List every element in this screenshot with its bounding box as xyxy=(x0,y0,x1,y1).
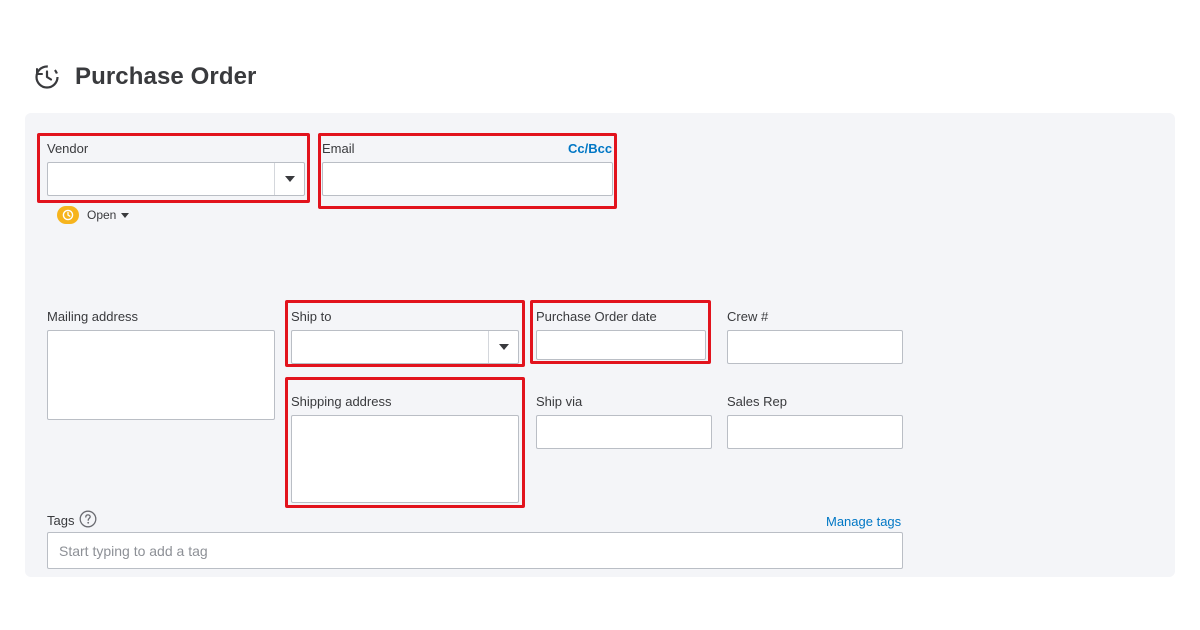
vendor-label: Vendor xyxy=(47,141,89,156)
caret-down-icon xyxy=(121,212,130,218)
status-badge xyxy=(57,206,79,224)
clock-icon xyxy=(62,209,74,221)
purchase-order-clock-icon xyxy=(35,65,59,89)
status-dropdown[interactable]: Open xyxy=(57,206,130,224)
page-title: Purchase Order xyxy=(75,63,257,90)
tags-label: Tags xyxy=(47,513,75,528)
cc-bcc-link[interactable]: Cc/Bcc xyxy=(568,141,612,156)
manage-tags-link[interactable]: Manage tags xyxy=(826,514,901,529)
purchase-order-date-input[interactable] xyxy=(536,330,706,360)
mailing-address-label: Mailing address xyxy=(47,309,139,324)
vendor-select[interactable] xyxy=(47,162,305,196)
email-label: Email xyxy=(322,141,355,156)
ship-via-input[interactable] xyxy=(536,415,712,449)
shipping-address-label: Shipping address xyxy=(291,394,392,409)
caret-down-icon xyxy=(498,344,509,350)
sales-rep-label: Sales Rep xyxy=(727,394,787,409)
purchase-order-date-label: Purchase Order date xyxy=(536,309,657,324)
tags-input[interactable]: Start typing to add a tag xyxy=(47,532,903,569)
ship-via-label: Ship via xyxy=(536,394,583,409)
crew-number-input[interactable] xyxy=(727,330,903,364)
mailing-address-textarea[interactable] xyxy=(47,330,275,420)
status-label: Open xyxy=(87,208,117,222)
ship-to-label: Ship to xyxy=(291,309,332,324)
crew-number-label: Crew # xyxy=(727,309,769,324)
page-header: Purchase Order xyxy=(33,60,256,94)
sales-rep-input[interactable] xyxy=(727,415,903,449)
shipping-address-textarea[interactable] xyxy=(291,415,519,503)
question-circle-icon[interactable] xyxy=(79,510,97,528)
vendor-dropdown-button[interactable] xyxy=(274,163,304,195)
ship-to-dropdown-button[interactable] xyxy=(488,331,518,363)
ship-to-select[interactable] xyxy=(291,330,519,364)
caret-down-icon xyxy=(284,176,295,182)
email-input[interactable] xyxy=(322,162,613,196)
